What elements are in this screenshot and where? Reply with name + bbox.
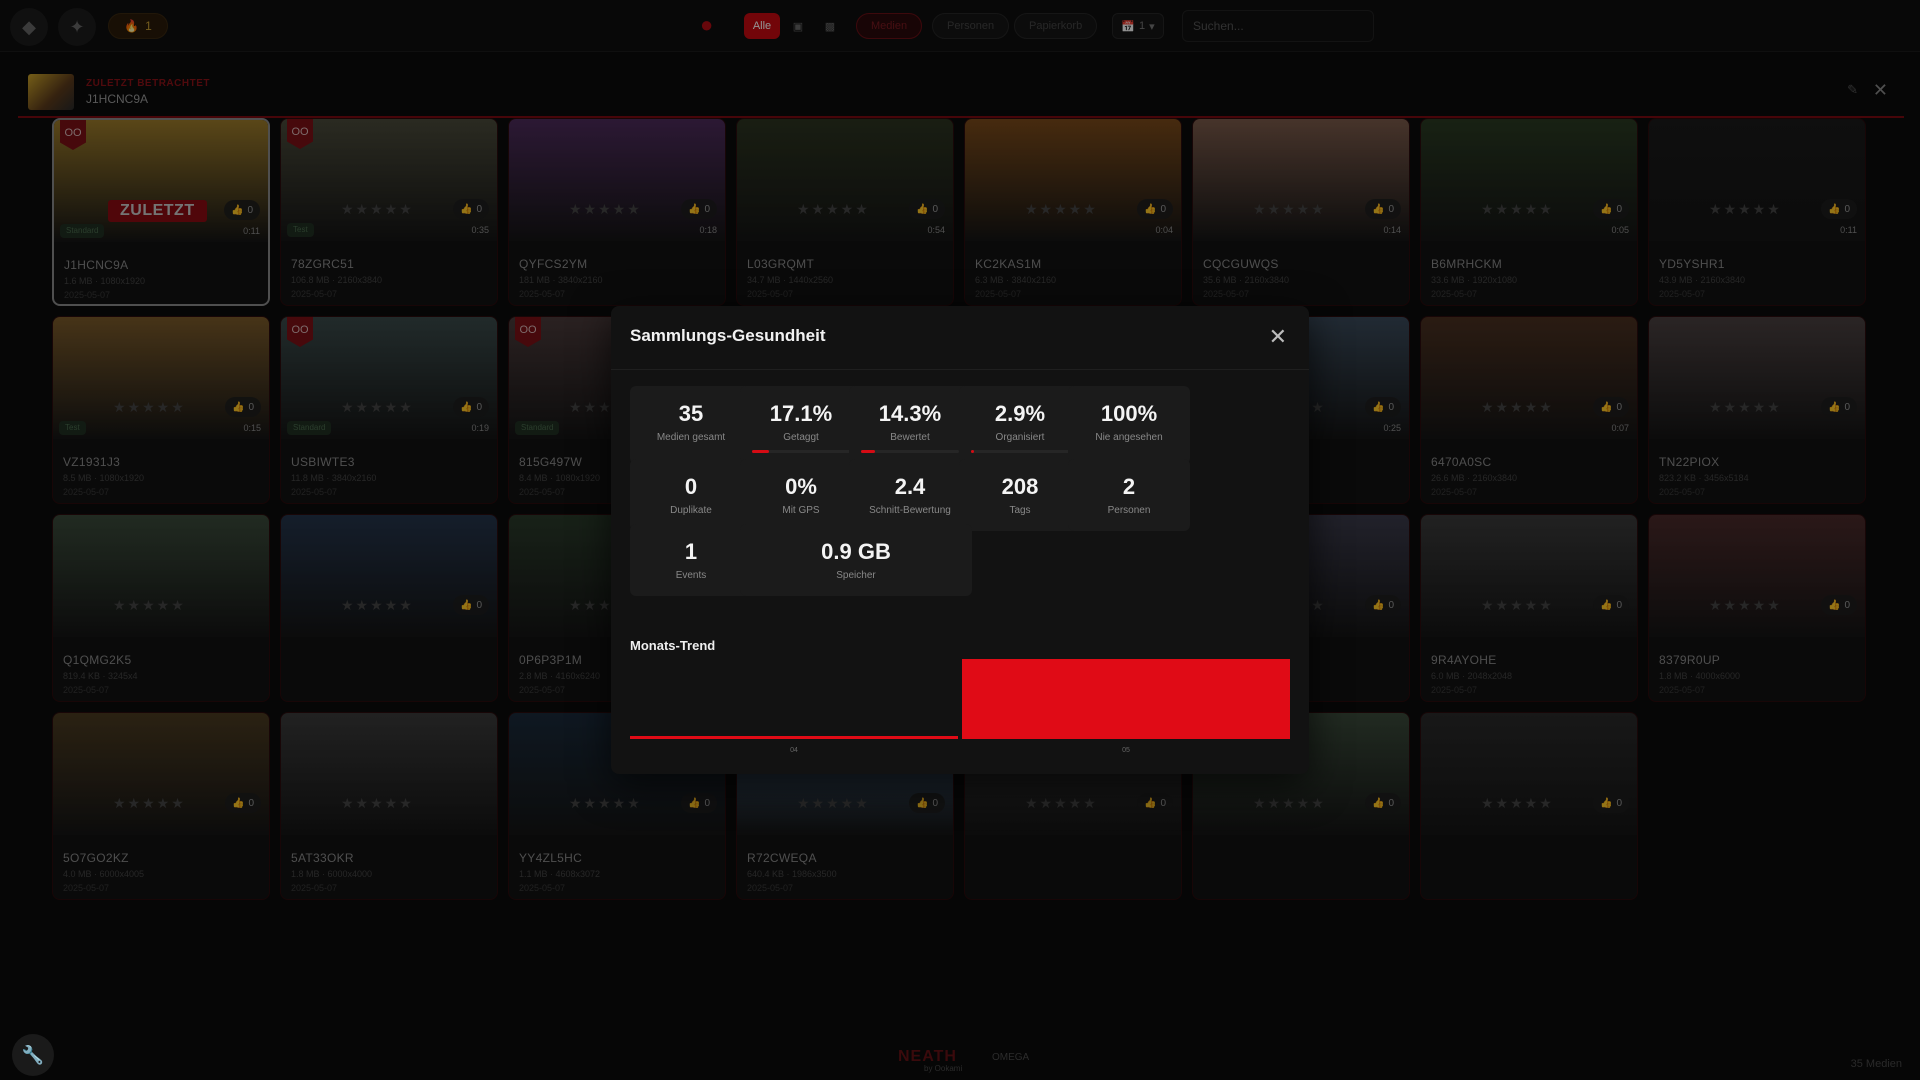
stat-card: 1 Events [630, 524, 752, 596]
stat-card: 35 Medien gesamt [630, 386, 752, 464]
stat-value: 35 [678, 401, 704, 426]
collection-health-modal: Sammlungs-Gesundheit ✕ 35 Medien gesamt 17… [611, 306, 1309, 774]
stat-value: 17.1% [769, 401, 833, 426]
stat-label: Events [675, 570, 707, 581]
stat-label: Getaggt [783, 432, 819, 443]
trend-tick-label: 05 [1122, 747, 1130, 754]
stat-card: 100% Nie angesehen [1068, 386, 1190, 464]
stat-label: Mit GPS [782, 505, 820, 516]
brand-version: OMEGA [992, 1052, 1030, 1063]
stat-card: 208 Tags [959, 459, 1081, 531]
stat-card: 14.3% Bewertet [849, 386, 971, 464]
stat-value: 2.4 [894, 474, 926, 499]
wrench-icon[interactable]: 🔧 [12, 1034, 54, 1076]
close-icon[interactable]: ✕ [1269, 324, 1287, 350]
trend-tick-label: 04 [790, 747, 798, 754]
media-count: 35 Medien [1850, 1058, 1902, 1070]
stat-progress-fill [861, 450, 875, 453]
stat-value: 0 [684, 474, 698, 499]
stat-label: Tags [1009, 505, 1031, 516]
monthly-trend-chart: 04 05 [630, 659, 1290, 754]
stat-card: 0.9 GB Speicher [740, 524, 972, 596]
stat-progress-fill [752, 450, 769, 453]
stat-card: 2.9% Organisiert [959, 386, 1081, 464]
stat-label: Duplikate [670, 505, 712, 516]
modal-title: Sammlungs-Gesundheit [630, 326, 826, 345]
stat-progress-fill [971, 450, 974, 453]
stat-card: 2 Personen [1068, 459, 1190, 531]
trend-bar [962, 659, 1290, 739]
stat-label: Bewertet [890, 432, 930, 443]
stat-label: Medien gesamt [656, 432, 726, 443]
stat-value: 1 [684, 539, 698, 564]
stat-card: 2.4 Schnitt-Bewertung [849, 459, 971, 531]
trend-bar [630, 736, 958, 739]
stat-value: 2.9% [994, 401, 1046, 426]
stat-card: 0 Duplikate [630, 459, 752, 531]
stat-progress-bar [752, 450, 850, 453]
stat-label: Schnitt-Bewertung [869, 505, 951, 516]
stat-value: 14.3% [878, 401, 942, 426]
stat-value: 2 [1122, 474, 1136, 499]
brand-subtitle: by Ookami [924, 1064, 963, 1073]
stat-value: 208 [1001, 474, 1039, 499]
modal-header: Sammlungs-Gesundheit ✕ [611, 306, 1309, 370]
stat-label: Organisiert [995, 432, 1045, 443]
stat-progress-bar [861, 450, 959, 453]
stat-label: Speicher [836, 570, 876, 581]
stat-label: Nie angesehen [1095, 432, 1163, 443]
stat-value: 0% [785, 474, 817, 499]
stat-progress-bar [971, 450, 1069, 453]
trend-title: Monats-Trend [630, 638, 716, 653]
stat-value: 0.9 GB [821, 539, 891, 564]
stat-card: 0% Mit GPS [740, 459, 862, 531]
stat-value: 100% [1100, 401, 1158, 426]
stat-label: Personen [1107, 505, 1151, 516]
stat-card: 17.1% Getaggt [740, 386, 862, 464]
